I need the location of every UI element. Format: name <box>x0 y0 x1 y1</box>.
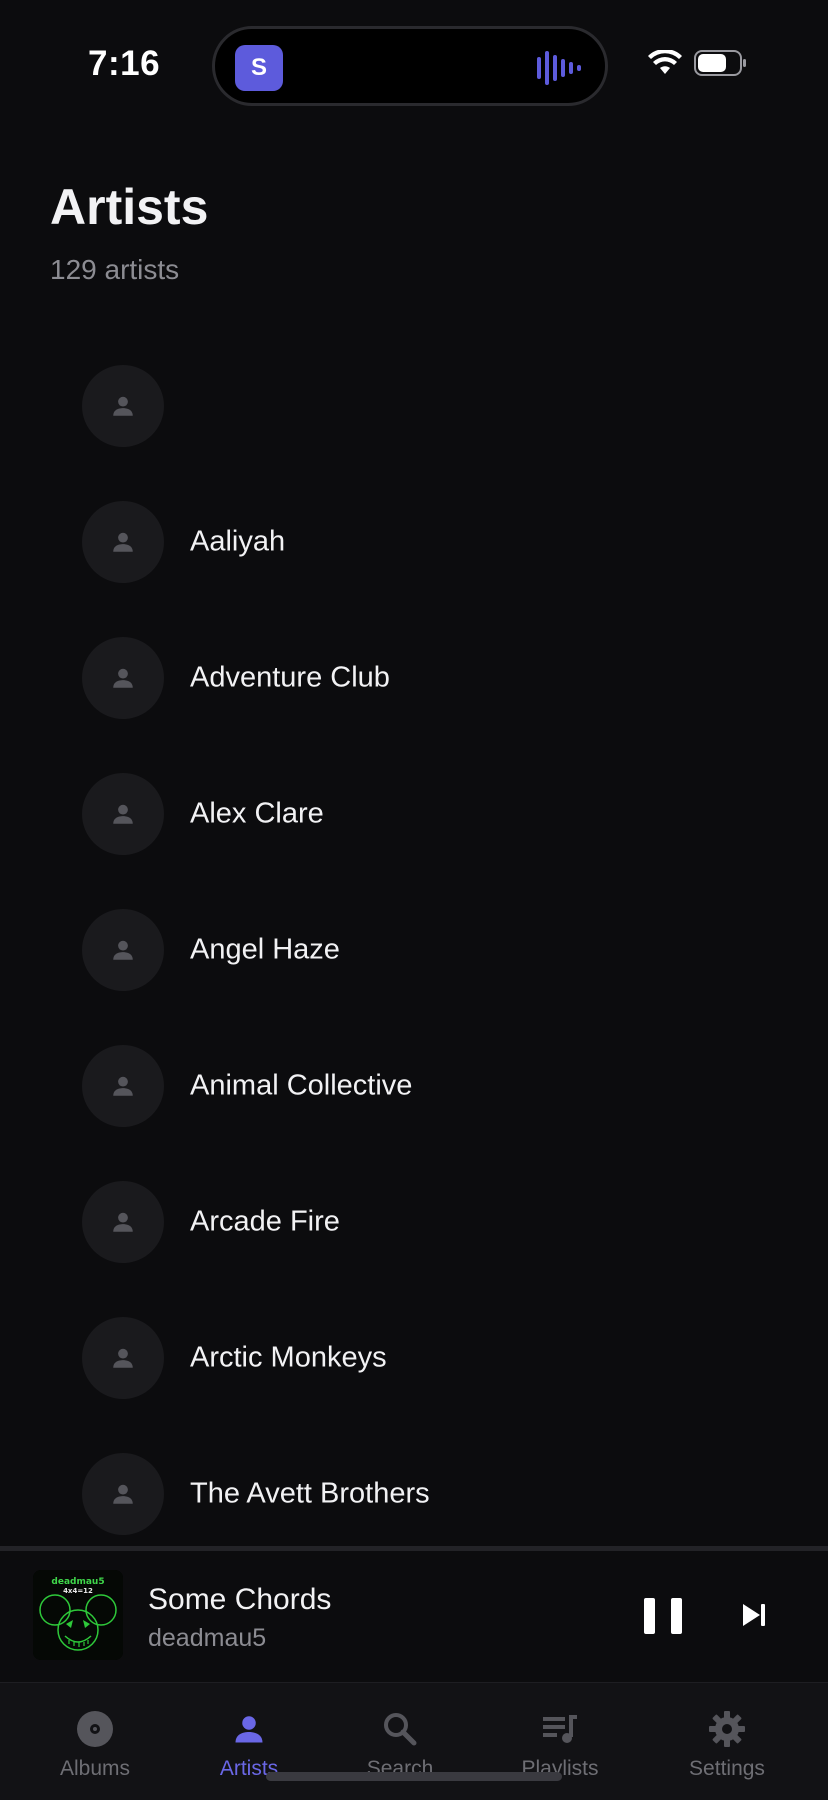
tab-label: Albums <box>59 1757 131 1780</box>
tab-settings[interactable]: Settings <box>657 1683 797 1800</box>
playlist-icon <box>540 1709 580 1749</box>
mini-player[interactable]: deadmau5 4x4=12 Some Chords deadmau5 <box>0 1551 828 1682</box>
wifi-icon <box>648 50 682 74</box>
status-icons <box>648 50 748 76</box>
page-title: Artists <box>50 179 209 235</box>
person-icon <box>82 909 164 991</box>
album-art-subtext: 4x4=12 <box>63 1587 93 1595</box>
person-icon <box>82 1181 164 1263</box>
artist-list[interactable]: Aaliyah Adventure Club Alex Clare Angel … <box>0 338 828 1562</box>
artist-row[interactable]: Animal Collective <box>0 1018 828 1154</box>
album-art[interactable]: deadmau5 4x4=12 <box>33 1570 123 1660</box>
search-icon <box>380 1709 420 1749</box>
artist-name: Angel Haze <box>190 933 340 966</box>
tab-label: Settings <box>689 1757 765 1780</box>
person-icon <box>82 1045 164 1127</box>
person-icon <box>82 365 164 447</box>
artist-row[interactable]: Angel Haze <box>0 882 828 1018</box>
track-artist: deadmau5 <box>148 1624 267 1652</box>
person-icon <box>82 773 164 855</box>
artist-name: Animal Collective <box>190 1069 413 1102</box>
track-title: Some Chords <box>148 1583 332 1616</box>
person-icon <box>82 1317 164 1399</box>
artist-row[interactable]: Arcade Fire <box>0 1154 828 1290</box>
audio-wave-icon <box>537 51 581 85</box>
tab-search[interactable]: Search <box>330 1683 470 1800</box>
artist-row[interactable] <box>0 338 828 474</box>
pause-icon-bar <box>671 1598 682 1634</box>
tab-artists[interactable]: Artists <box>179 1683 319 1800</box>
gear-icon <box>707 1709 747 1749</box>
status-time: 7:16 <box>88 44 161 83</box>
artists-screen: 7:16 S Artists 129 artists Aaliyah Adven… <box>0 0 828 1800</box>
home-indicator[interactable] <box>266 1772 562 1781</box>
artist-name: Arctic Monkeys <box>190 1341 387 1374</box>
person-icon <box>82 637 164 719</box>
tab-albums[interactable]: Albums <box>25 1683 165 1800</box>
disc-icon <box>75 1709 115 1749</box>
tab-playlists[interactable]: Playlists <box>490 1683 630 1800</box>
artist-count: 129 artists <box>50 254 180 285</box>
tab-bar: Albums Artists Search Playlists Settings <box>0 1682 828 1800</box>
artist-name: Alex Clare <box>190 797 324 830</box>
artist-row[interactable]: Alex Clare <box>0 746 828 882</box>
artist-row[interactable]: Arctic Monkeys <box>0 1290 828 1426</box>
artist-row[interactable]: Adventure Club <box>0 610 828 746</box>
artist-name: Arcade Fire <box>190 1205 340 1238</box>
skip-next-icon[interactable] <box>738 1599 770 1631</box>
artist-name: The Avett Brothers <box>190 1477 430 1510</box>
dynamic-island[interactable]: S <box>212 26 608 106</box>
artist-row[interactable]: Aaliyah <box>0 474 828 610</box>
person-icon <box>82 1453 164 1535</box>
person-icon <box>229 1709 269 1749</box>
pause-button[interactable] <box>644 1595 682 1637</box>
battery-icon <box>694 50 746 76</box>
artist-name: Aaliyah <box>190 525 286 558</box>
album-art-text: deadmau5 <box>51 1577 104 1587</box>
artist-name: Adventure Club <box>190 661 390 694</box>
island-app-icon: S <box>235 45 283 91</box>
person-icon <box>82 501 164 583</box>
pause-icon <box>644 1598 655 1634</box>
artist-row[interactable]: The Avett Brothers <box>0 1426 828 1562</box>
